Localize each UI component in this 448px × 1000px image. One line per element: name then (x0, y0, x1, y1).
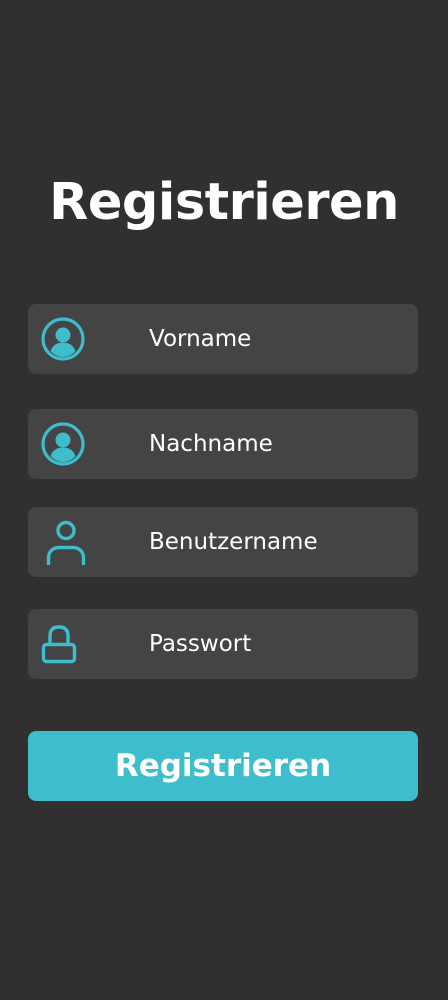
last-name-field[interactable]: Nachname (28, 409, 418, 479)
password-placeholder: Passwort (149, 631, 252, 657)
page-title: Registrieren (49, 173, 399, 232)
lock-icon (40, 621, 86, 667)
account-circle-icon (40, 421, 86, 467)
last-name-placeholder: Nachname (149, 431, 273, 457)
username-field[interactable]: Benutzername (28, 507, 418, 577)
first-name-field[interactable]: Vorname (28, 304, 418, 374)
first-name-placeholder: Vorname (149, 326, 252, 352)
password-field[interactable]: Passwort (28, 609, 418, 679)
user-outline-icon (40, 519, 86, 565)
register-button[interactable]: Registrieren (28, 731, 418, 801)
account-circle-icon (40, 316, 86, 362)
username-placeholder: Benutzername (149, 529, 318, 555)
